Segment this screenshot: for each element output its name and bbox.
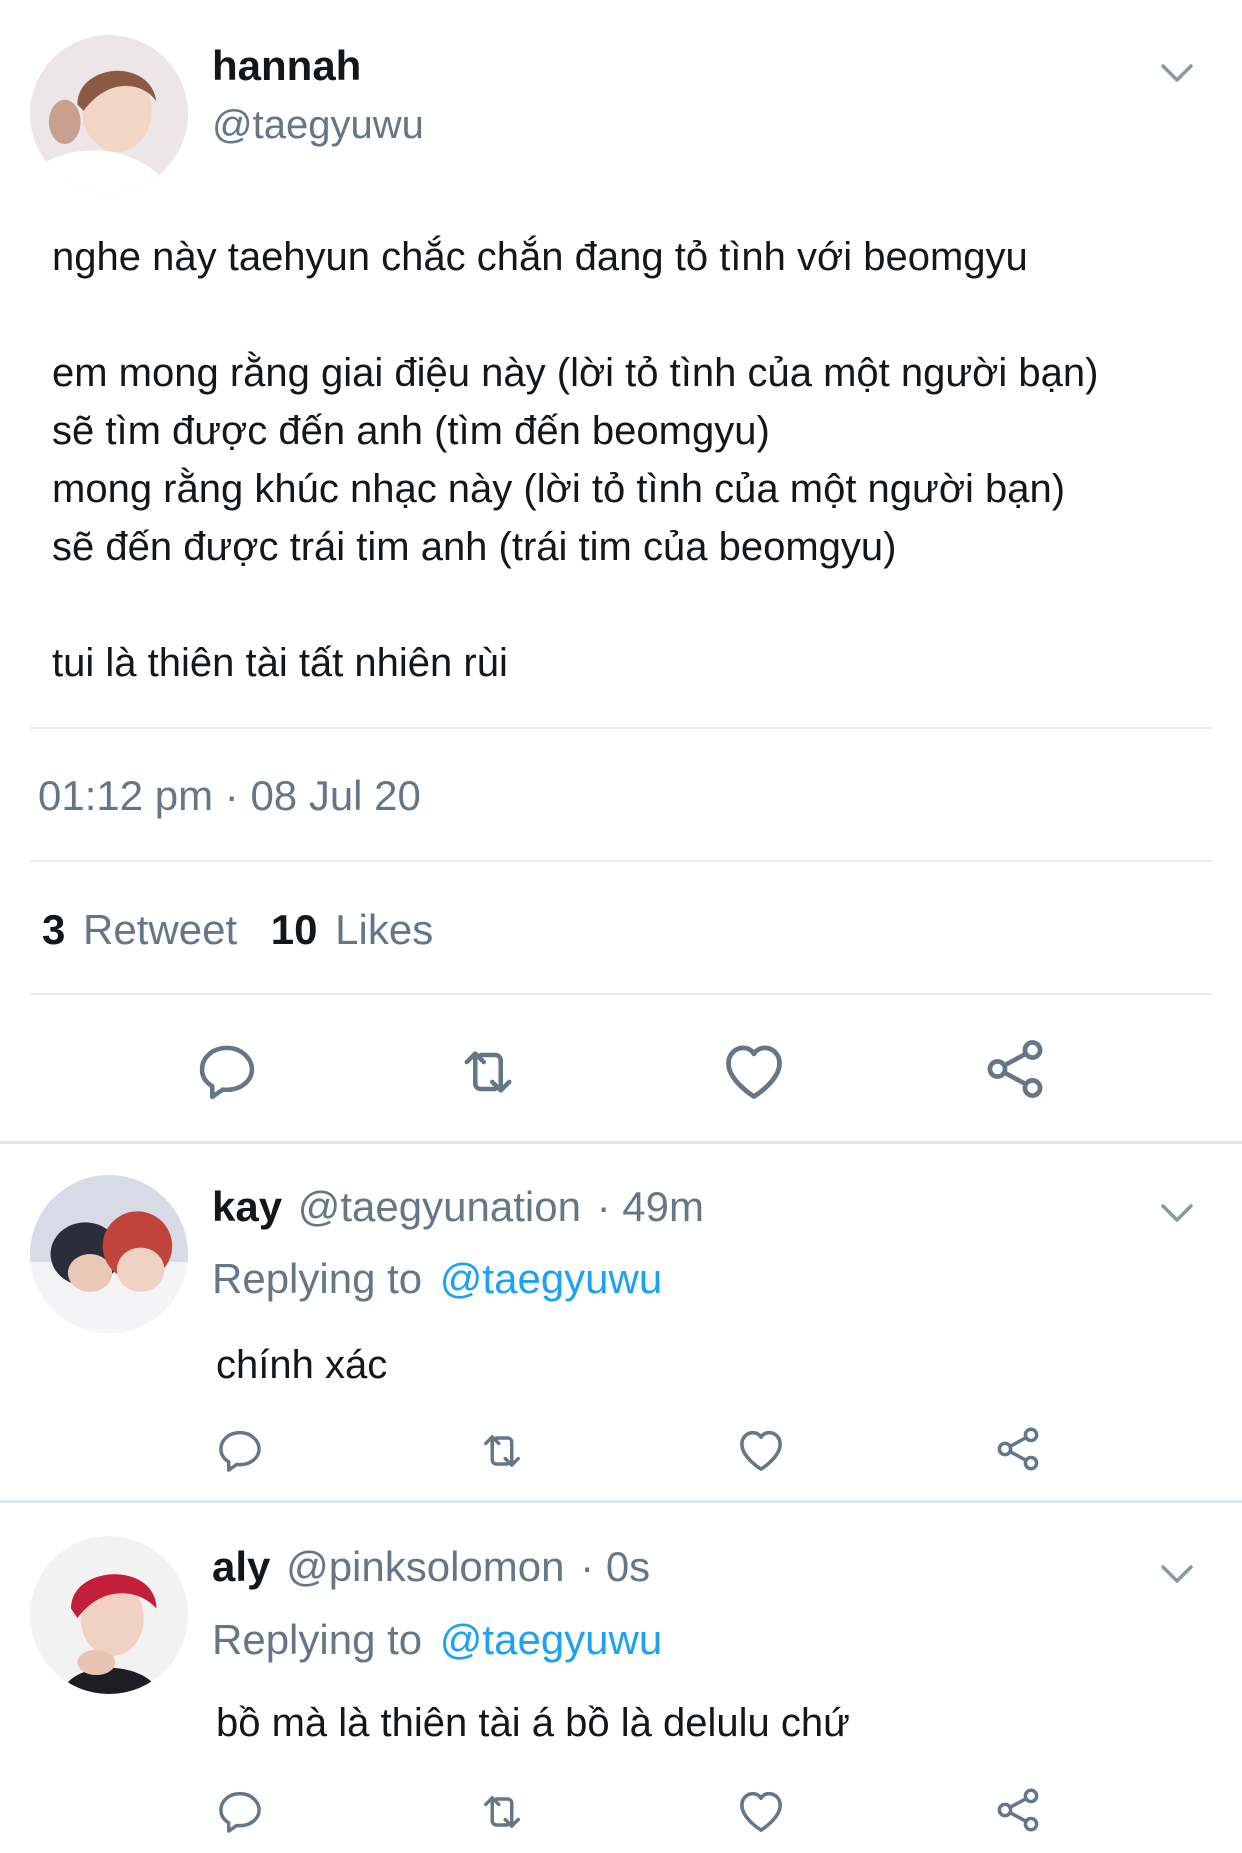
retweet-icon[interactable] <box>474 1786 530 1838</box>
author-name[interactable]: hannah <box>212 42 361 90</box>
likes-label[interactable]: Likes <box>335 906 433 953</box>
share-icon[interactable] <box>980 1034 1050 1104</box>
replying-to-handle[interactable]: @taegyuwu <box>440 1255 662 1302</box>
divider <box>30 993 1212 995</box>
tweet-text: nghe này taehyun chắc chắn đang tỏ tình … <box>52 235 1099 685</box>
replying-to: Replying to @taegyuwu <box>212 1616 662 1664</box>
divider <box>30 727 1212 729</box>
author-handle[interactable]: @taegyuwu <box>212 103 424 148</box>
reply-header: kay @taegyunation · 49m <box>212 1183 704 1231</box>
divider <box>30 860 1212 862</box>
tweet-timestamp: 01:12 pm · 08 Jul 20 <box>38 772 421 819</box>
section-divider <box>0 1500 1242 1503</box>
replying-to: Replying to @taegyuwu <box>212 1255 662 1303</box>
chevron-down-icon[interactable] <box>1156 1553 1198 1595</box>
retweet-icon[interactable] <box>474 1425 530 1477</box>
reply-author-name[interactable]: kay <box>212 1183 282 1230</box>
heart-icon[interactable] <box>718 1035 790 1107</box>
retweet-icon[interactable] <box>452 1038 524 1106</box>
tweet-stats: 3 Retweet 10 Likes <box>42 906 433 954</box>
replying-prefix: Replying to <box>212 1255 423 1302</box>
reply-time: · 0s <box>580 1543 651 1590</box>
author-avatar[interactable] <box>30 35 188 193</box>
reply-time: · 49m <box>596 1183 704 1230</box>
reply-icon[interactable] <box>193 1038 261 1106</box>
reply-text: chính xác <box>216 1343 388 1387</box>
heart-icon[interactable] <box>734 1784 788 1838</box>
replying-prefix: Replying to <box>212 1616 423 1663</box>
reply-avatar[interactable] <box>30 1536 188 1694</box>
retweet-label[interactable]: Retweet <box>83 906 237 953</box>
heart-icon[interactable] <box>734 1423 788 1477</box>
reply-author-name[interactable]: aly <box>212 1543 270 1590</box>
reply-icon[interactable] <box>214 1786 266 1838</box>
section-divider <box>0 1141 1242 1144</box>
likes-count[interactable]: 10 <box>271 906 318 953</box>
reply-author-handle[interactable]: @taegyunation <box>298 1183 581 1230</box>
share-icon[interactable] <box>992 1423 1044 1475</box>
reply-header: aly @pinksolomon · 0s <box>212 1543 650 1591</box>
share-icon[interactable] <box>992 1784 1044 1836</box>
chevron-down-icon[interactable] <box>1156 1192 1198 1234</box>
reply-author-handle[interactable]: @pinksolomon <box>286 1543 564 1590</box>
reply-icon[interactable] <box>214 1425 266 1477</box>
replying-to-handle[interactable]: @taegyuwu <box>440 1616 662 1663</box>
reply-avatar[interactable] <box>30 1175 188 1333</box>
chevron-down-icon[interactable] <box>1156 52 1198 94</box>
reply-text: bồ mà là thiên tài á bồ là delulu chứ <box>216 1701 850 1745</box>
retweet-count[interactable]: 3 <box>42 906 65 953</box>
